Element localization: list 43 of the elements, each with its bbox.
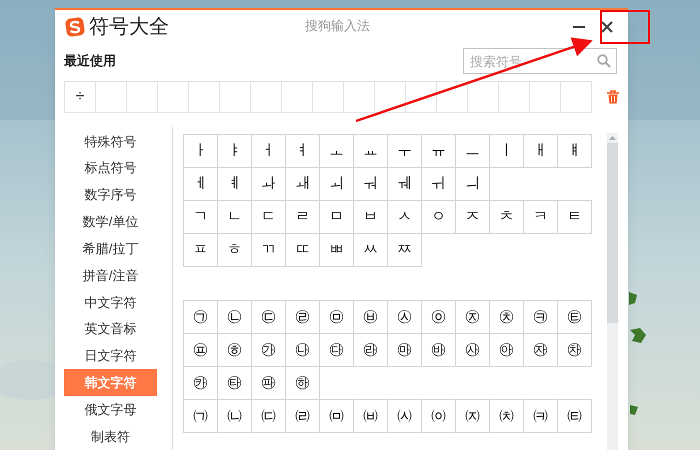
symbol-cell[interactable]: ㈀ xyxy=(183,399,218,433)
scrollbar[interactable] xyxy=(607,133,618,450)
close-button[interactable] xyxy=(600,20,614,34)
symbol-cell[interactable]: ㈇ xyxy=(421,399,456,433)
symbol-cell[interactable]: ㈊ xyxy=(523,399,558,433)
symbol-cell[interactable]: ㉫ xyxy=(557,300,592,334)
symbol-cell[interactable]: ㅣ xyxy=(489,134,524,168)
category-item[interactable]: 中文字符 xyxy=(64,288,157,316)
symbol-cell[interactable]: ㅊ xyxy=(489,200,524,234)
symbol-cell[interactable]: ㅒ xyxy=(557,134,592,168)
annotation-box xyxy=(600,10,650,44)
symbol-cell[interactable]: ㈋ xyxy=(557,399,592,433)
category-item[interactable]: 日文字符 xyxy=(64,342,157,370)
symbol-cell[interactable]: ㈆ xyxy=(387,399,422,433)
logo-icon xyxy=(65,17,85,37)
category-item[interactable]: 拼音/注音 xyxy=(64,262,157,289)
category-item[interactable]: 数字序号 xyxy=(64,182,157,208)
empty-slot xyxy=(437,82,468,113)
search-icon xyxy=(597,54,611,68)
symbol-cell[interactable]: ÷ xyxy=(65,82,96,113)
app-name: 搜狗输入法 xyxy=(305,17,370,35)
symbol-cell[interactable]: ㅉ xyxy=(387,233,422,267)
category-item[interactable]: 英文音标 xyxy=(64,316,157,343)
category-item[interactable]: 数学/单位 xyxy=(64,208,157,236)
symbol-cell[interactable]: ㅐ xyxy=(523,134,558,168)
symbol-cell[interactable]: ㅏ xyxy=(183,134,218,168)
symbol-cell[interactable]: ㉠ xyxy=(183,300,218,334)
symbol-cell[interactable]: ㉷ xyxy=(557,333,592,367)
symbol-cell[interactable]: ㈅ xyxy=(353,399,388,433)
category-item[interactable]: 希腊/拉丁 xyxy=(64,235,157,262)
symbol-cell[interactable]: ㈉ xyxy=(489,399,524,433)
symbol-cell[interactable]: ㈈ xyxy=(455,399,490,433)
symbol-cell[interactable]: ㈄ xyxy=(319,399,354,433)
section-label: 最近使用 xyxy=(64,52,116,70)
symbol-cell[interactable]: ㅋ xyxy=(523,200,558,234)
trash-icon[interactable] xyxy=(607,90,619,104)
category-item[interactable]: 俄文字母 xyxy=(64,396,157,424)
category-item[interactable]: 标点符号 xyxy=(64,154,157,182)
symbol-cell[interactable]: ㅍ xyxy=(183,233,218,267)
category-item[interactable]: 制表符 xyxy=(64,423,157,450)
symbol-cell[interactable]: ㅌ xyxy=(557,200,592,234)
window-title: 符号大全 xyxy=(89,15,169,40)
category-item[interactable]: 特殊符号 xyxy=(64,128,157,155)
